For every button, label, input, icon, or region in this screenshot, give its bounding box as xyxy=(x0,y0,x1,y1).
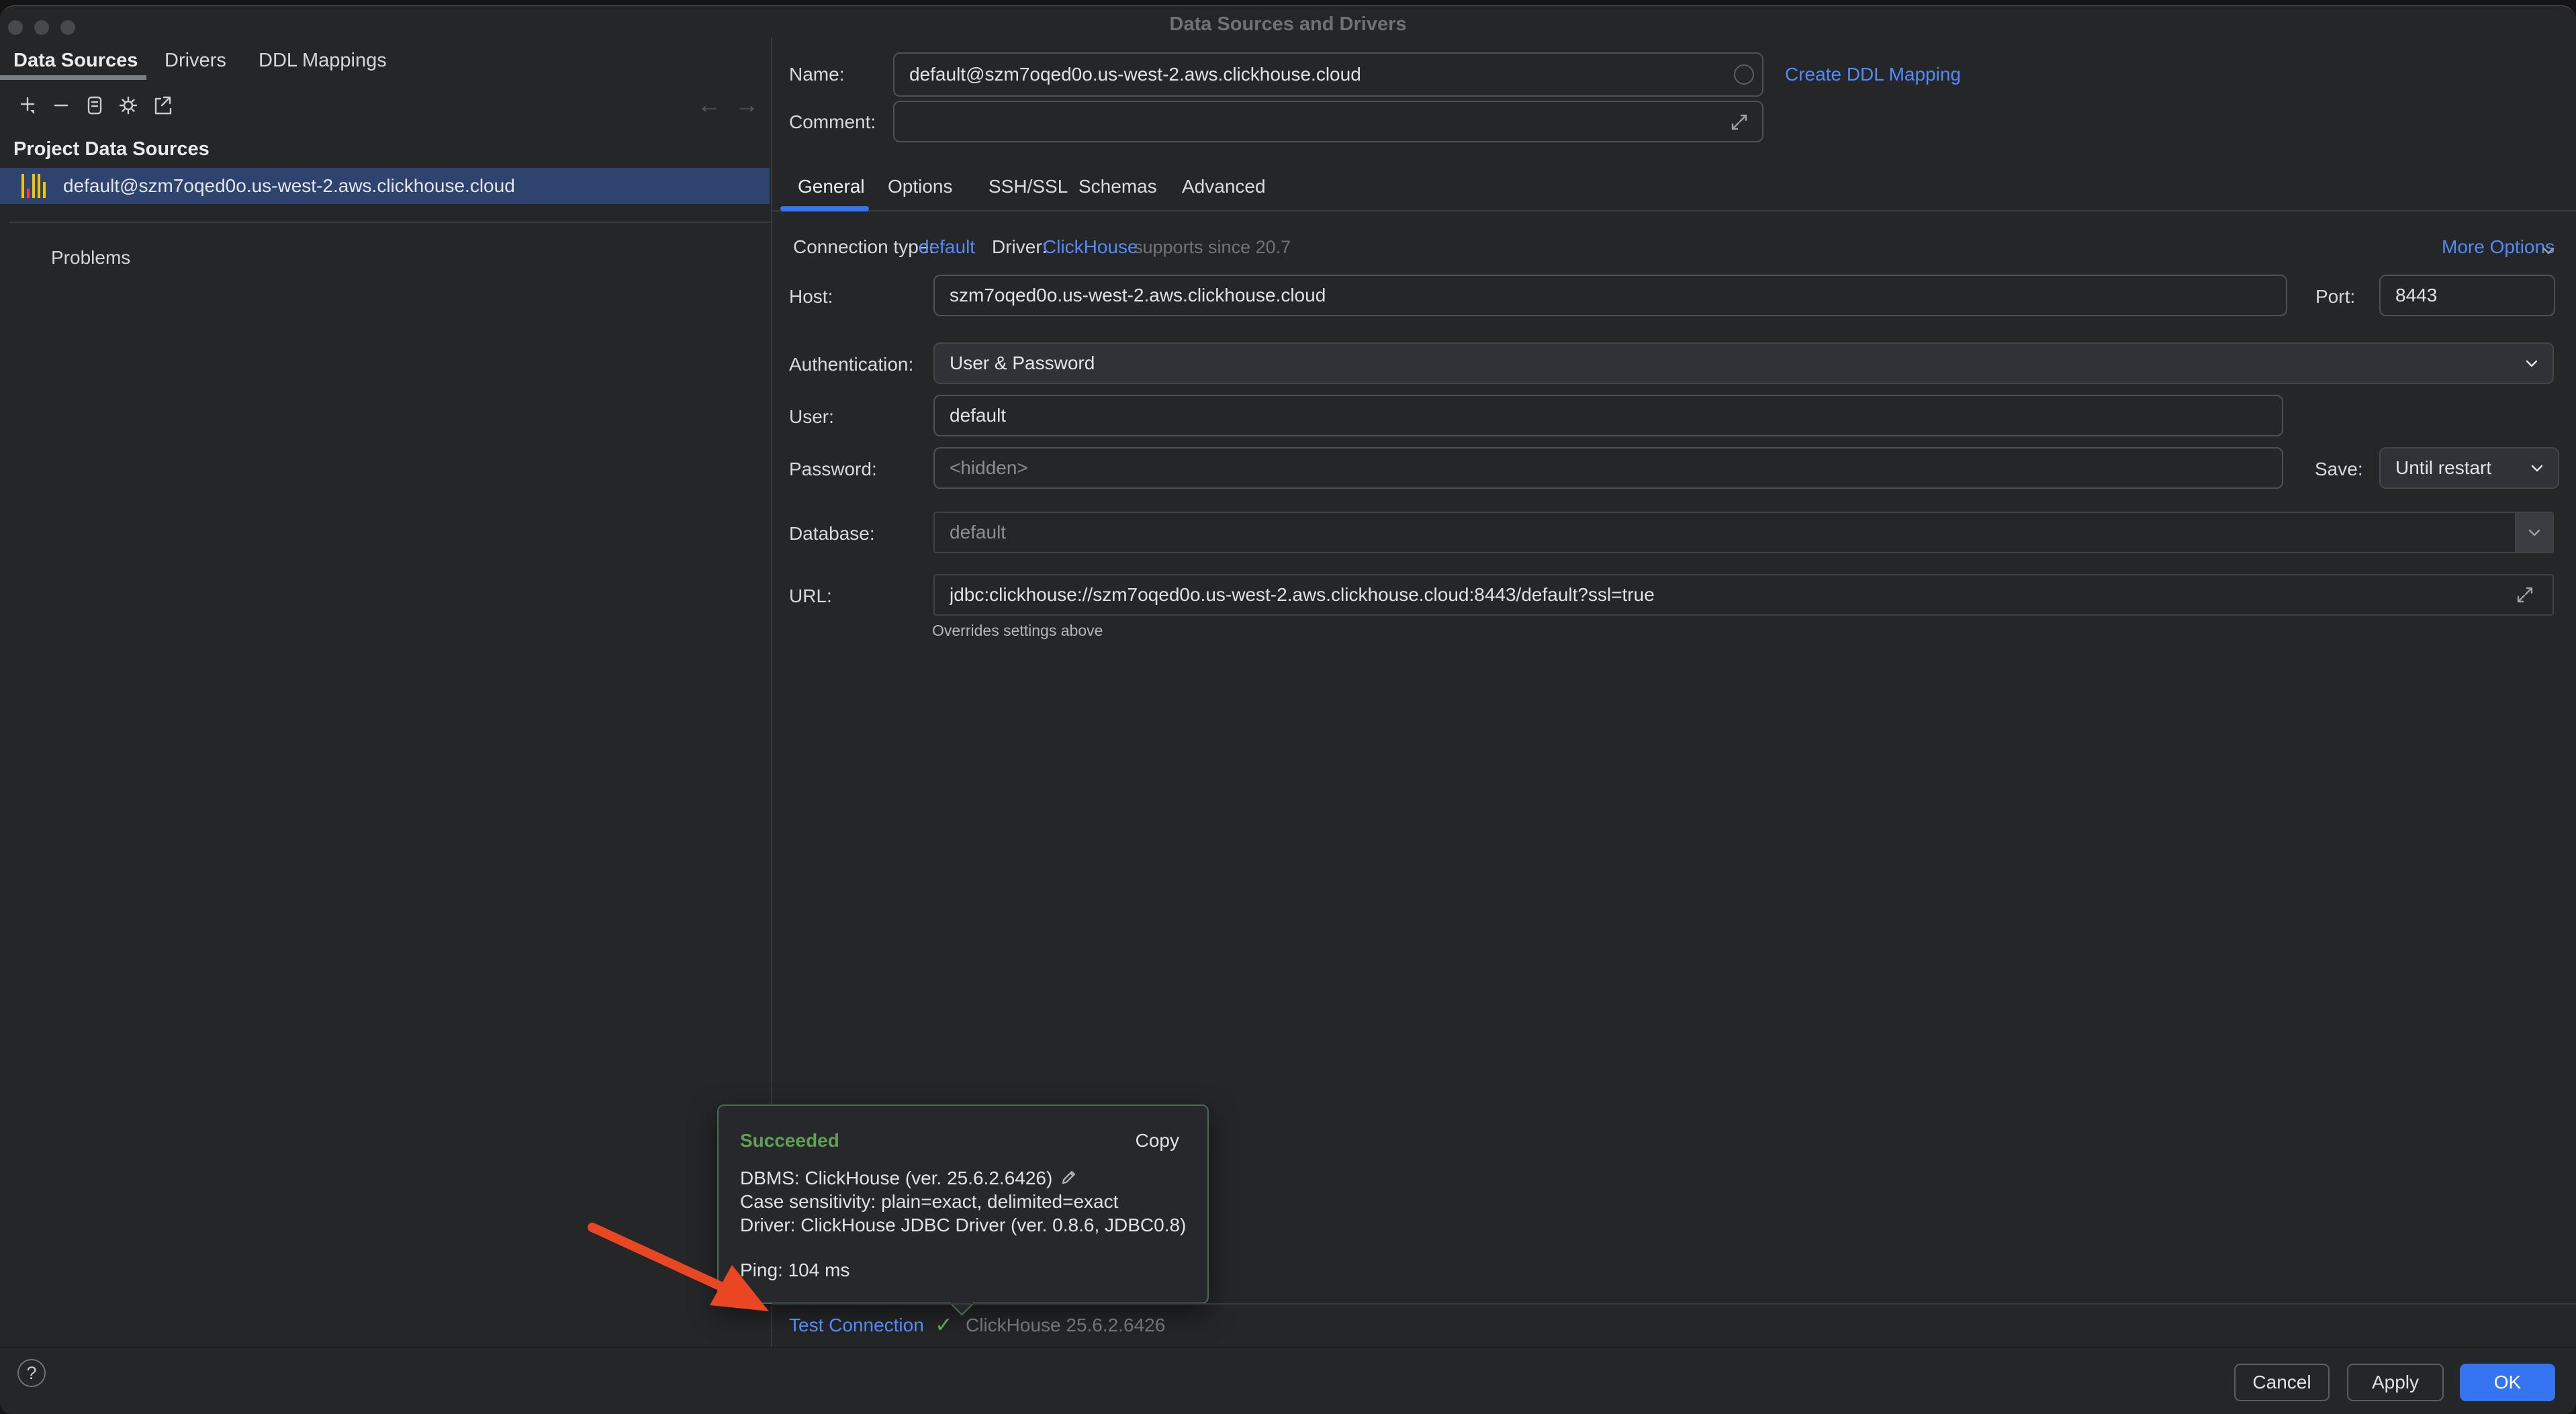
project-data-sources-header: Project Data Sources xyxy=(13,138,210,160)
test-connection-link[interactable]: Test Connection xyxy=(789,1315,924,1336)
active-tab-underline xyxy=(780,206,869,211)
host-input[interactable] xyxy=(933,275,2287,316)
footer-separator xyxy=(772,1303,2576,1305)
more-options-link[interactable]: More Options xyxy=(2442,236,2555,258)
tab-drivers[interactable]: Drivers xyxy=(165,50,226,72)
save-select[interactable]: Until restart xyxy=(2379,447,2559,489)
duplicate-icon[interactable] xyxy=(82,93,107,118)
back-arrow-icon[interactable]: ← xyxy=(697,91,721,118)
tab-options[interactable]: Options xyxy=(888,176,953,197)
tabs-divider xyxy=(772,210,2576,211)
url-input[interactable] xyxy=(933,574,2554,616)
dbms-text: DBMS: ClickHouse (ver. 25.6.2.6426) xyxy=(740,1168,1052,1188)
expand-icon[interactable] xyxy=(2514,584,2536,606)
authentication-label: Authentication: xyxy=(789,354,913,375)
tab-ssh-ssl[interactable]: SSH/SSL xyxy=(988,176,1068,197)
forward-arrow-icon[interactable]: → xyxy=(735,91,759,118)
dbms-line: DBMS: ClickHouse (ver. 25.6.2.6426) xyxy=(740,1167,1079,1189)
clickhouse-icon xyxy=(21,174,46,198)
copy-link[interactable]: Copy xyxy=(1136,1130,1179,1151)
url-label: URL: xyxy=(789,585,832,607)
open-in-new-icon[interactable] xyxy=(149,93,175,118)
refresh-circle-icon xyxy=(1734,64,1754,85)
name-input[interactable] xyxy=(893,52,1763,97)
tab-advanced[interactable]: Advanced xyxy=(1182,176,1266,197)
edit-pencil-icon[interactable] xyxy=(1059,1167,1079,1187)
database-combobox[interactable] xyxy=(933,512,2554,553)
chevron-down-icon xyxy=(2523,355,2540,372)
authentication-select[interactable]: User & Password xyxy=(933,342,2554,384)
problems-node[interactable]: Problems xyxy=(51,247,130,269)
comment-input[interactable] xyxy=(893,101,1763,142)
expand-icon[interactable] xyxy=(1729,111,1750,133)
settings-icon[interactable] xyxy=(116,93,141,118)
server-version-text: ClickHouse 25.6.2.6426 xyxy=(966,1315,1165,1336)
ok-button[interactable]: OK xyxy=(2460,1364,2555,1401)
apply-button[interactable]: Apply xyxy=(2347,1364,2444,1401)
url-note: Overrides settings above xyxy=(932,622,1103,640)
host-label: Host: xyxy=(789,286,833,308)
save-value: Until restart xyxy=(2395,457,2491,479)
user-label: User: xyxy=(789,406,834,428)
tab-ddl-mappings[interactable]: DDL Mappings xyxy=(259,50,387,72)
save-label: Save: xyxy=(2315,459,2363,480)
driver-value-link[interactable]: ClickHouse xyxy=(1043,236,1138,258)
data-source-name: default@szm7oqed0o.us-west-2.aws.clickho… xyxy=(63,175,515,197)
active-tab-indicator xyxy=(0,75,146,80)
checkmark-icon: ✓ xyxy=(935,1312,953,1337)
connection-type-label: Connection type: xyxy=(793,236,934,258)
name-label: Name: xyxy=(789,64,844,85)
status-succeeded: Succeeded xyxy=(740,1130,839,1151)
data-source-list-item[interactable]: default@szm7oqed0o.us-west-2.aws.clickho… xyxy=(0,168,770,204)
tab-general[interactable]: General xyxy=(798,176,865,197)
driver-support-note: supports since 20.7 xyxy=(1134,237,1291,258)
create-ddl-mapping-link[interactable]: Create DDL Mapping xyxy=(1785,64,1961,85)
comment-label: Comment: xyxy=(789,111,876,133)
dialog-title: Data Sources and Drivers xyxy=(0,13,2576,36)
driver-line: Driver: ClickHouse JDBC Driver (ver. 0.8… xyxy=(740,1215,1186,1236)
database-label: Database: xyxy=(789,523,875,545)
database-dropdown-button[interactable] xyxy=(2515,513,2552,552)
tab-data-sources[interactable]: Data Sources xyxy=(13,50,138,72)
authentication-value: User & Password xyxy=(950,352,1095,374)
data-sources-dialog: Data Sources and Drivers Data Sources Dr… xyxy=(0,0,2576,1414)
case-sensitivity-line: Case sensitivity: plain=exact, delimited… xyxy=(740,1191,1118,1213)
port-input[interactable] xyxy=(2379,275,2555,316)
connection-type-value-link[interactable]: default xyxy=(919,236,975,258)
dialog-window xyxy=(0,5,2576,1414)
test-connection-result-popup: Succeeded Copy DBMS: ClickHouse (ver. 25… xyxy=(717,1104,1209,1304)
help-label: ? xyxy=(26,1363,36,1384)
tree-divider xyxy=(9,222,770,223)
password-label: Password: xyxy=(789,459,877,480)
port-label: Port: xyxy=(2315,286,2355,308)
user-input[interactable] xyxy=(933,395,2283,436)
chevron-down-icon xyxy=(2540,242,2557,264)
ping-line: Ping: 104 ms xyxy=(740,1260,849,1281)
help-button[interactable]: ? xyxy=(17,1359,46,1387)
password-input[interactable] xyxy=(933,447,2283,489)
tab-schemas[interactable]: Schemas xyxy=(1078,176,1157,197)
driver-label: Driver: xyxy=(992,236,1047,258)
cancel-button[interactable]: Cancel xyxy=(2234,1364,2330,1401)
dialog-footer-separator xyxy=(0,1347,2576,1348)
chevron-down-icon xyxy=(2528,459,2546,477)
remove-icon[interactable] xyxy=(48,93,74,118)
add-icon[interactable] xyxy=(15,93,40,118)
